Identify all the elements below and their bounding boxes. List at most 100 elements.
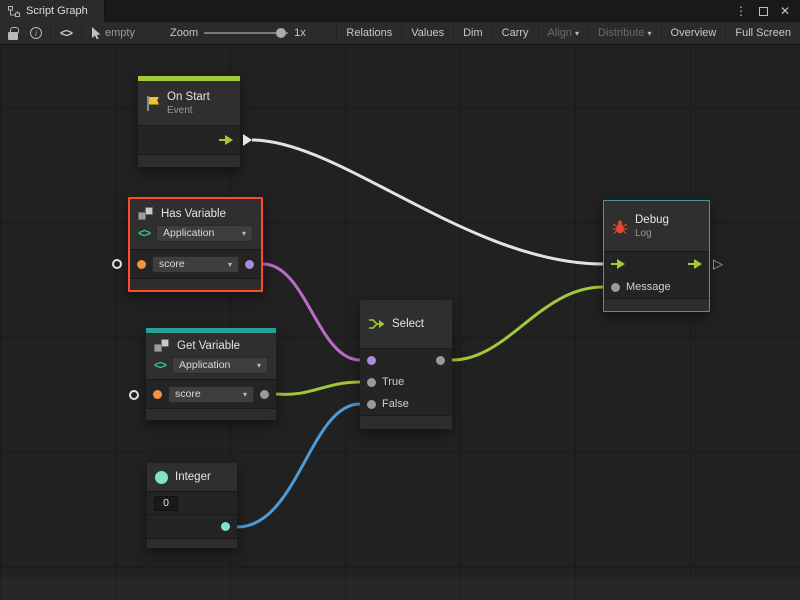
selection-status-label: empty: [105, 27, 135, 39]
port-onstart-connection-marker[interactable]: [243, 134, 252, 146]
node-subtitle: Event: [167, 105, 210, 116]
button-label: Dim: [463, 27, 483, 39]
button-label: Carry: [502, 27, 529, 39]
flag-icon: [146, 96, 160, 111]
selection-status: empty: [82, 22, 144, 44]
node-title: Get Variable: [177, 340, 240, 352]
variable-kind-icon: <>: [154, 358, 166, 372]
toolbar-button-carry[interactable]: Carry: [493, 22, 538, 44]
toolbar-button-align[interactable]: Align▾: [539, 22, 588, 44]
zoom-slider-handle[interactable]: [276, 28, 286, 38]
window-controls: ⋮ ✕: [735, 0, 800, 22]
button-label: Full Screen: [735, 27, 791, 39]
node-title: Integer: [175, 471, 211, 483]
button-label: Align: [548, 27, 572, 39]
graph-toolbar: i <> empty Zoom 1x Relations Values Dim …: [0, 22, 800, 45]
variable-name-input-port[interactable]: [153, 390, 162, 399]
node-title: On Start: [167, 91, 210, 103]
selection-output-port[interactable]: [436, 356, 445, 365]
toolbar-button-values[interactable]: Values: [402, 22, 453, 44]
flow-input-port[interactable]: [611, 259, 625, 269]
toolbar-left-group: i: [0, 22, 50, 44]
window-close-icon[interactable]: ✕: [780, 5, 790, 17]
node-title: Debug: [635, 214, 669, 226]
node-title: Has Variable: [161, 208, 226, 220]
bug-icon: [612, 219, 628, 234]
node-has-variable[interactable]: Has Variable <> Application ▾ score ▾: [128, 197, 263, 292]
zoom-label: Zoom: [170, 27, 198, 39]
graph-icon: [8, 6, 20, 17]
toolbar-button-relations[interactable]: Relations: [337, 22, 401, 44]
node-select[interactable]: Select True False: [360, 300, 452, 429]
port-getvariable-name-marker[interactable]: [129, 390, 139, 400]
integer-type-icon: [155, 471, 168, 484]
toolbar-button-overview[interactable]: Overview: [662, 22, 726, 44]
angle-brackets-icon: <>: [60, 26, 72, 40]
chevron-down-icon: ▾: [575, 29, 579, 38]
result-output-port[interactable]: [245, 260, 254, 269]
canvas-bottom-band: [0, 577, 800, 600]
flow-output-port[interactable]: [688, 259, 702, 269]
node-footer: [130, 278, 261, 290]
variable-kind-icon: <>: [138, 226, 150, 240]
variable-kind-dropdown[interactable]: Application ▾: [156, 225, 253, 242]
zoom-control: Zoom 1x: [170, 27, 306, 39]
toolbar-button-dim[interactable]: Dim: [454, 22, 492, 44]
node-integer[interactable]: Integer: [147, 463, 237, 548]
variable-kind-value: Application: [163, 227, 214, 240]
variable-name-dropdown[interactable]: score ▾: [152, 256, 239, 273]
node-subtitle: Log: [635, 228, 669, 239]
port-hasvariable-name-marker[interactable]: [112, 259, 122, 269]
variable-kind-dropdown[interactable]: Application ▾: [172, 357, 268, 374]
lock-icon[interactable]: [8, 32, 18, 40]
node-on-start[interactable]: On Start Event: [138, 76, 240, 167]
chevron-down-icon: ▾: [228, 258, 232, 271]
toolbar-buttons: Relations Values Dim Carry Align▾ Distri…: [336, 22, 800, 44]
true-input-port[interactable]: [367, 378, 376, 387]
node-footer: [138, 154, 240, 167]
port-debuglog-continue-marker[interactable]: ▷: [713, 257, 723, 270]
node-footer: [146, 408, 276, 420]
window-menu-icon[interactable]: ⋮: [735, 5, 747, 17]
edit-graph-button[interactable]: <>: [51, 22, 81, 44]
variable-name-value: score: [159, 258, 185, 271]
button-label: Distribute: [598, 27, 644, 39]
variable-name-dropdown[interactable]: score ▾: [168, 386, 254, 403]
button-label: Relations: [346, 27, 392, 39]
window-maximize-icon[interactable]: [759, 7, 768, 16]
value-output-port[interactable]: [260, 390, 269, 399]
title-bar: Script Graph ⋮ ✕: [0, 0, 800, 22]
node-footer: [147, 538, 237, 548]
flow-output-port[interactable]: [219, 135, 233, 145]
selector-input-port[interactable]: [367, 356, 376, 365]
button-label: Values: [411, 27, 444, 39]
info-icon[interactable]: i: [30, 27, 42, 39]
variable-kind-value: Application: [179, 359, 230, 372]
node-footer: [360, 415, 452, 429]
toolbar-button-distribute[interactable]: Distribute ▾: [589, 22, 660, 44]
node-debug-log[interactable]: Debug Log Message: [603, 200, 710, 312]
tab-script-graph[interactable]: Script Graph: [0, 0, 105, 22]
toolbar-button-fullscreen[interactable]: Full Screen: [726, 22, 800, 44]
node-footer: [604, 298, 709, 311]
chevron-down-icon: ▾: [243, 388, 247, 401]
chevron-down-icon: ▾: [648, 29, 652, 38]
variable-boxes-icon: [154, 339, 171, 353]
port-label-false: False: [382, 398, 409, 410]
tab-title: Script Graph: [26, 5, 88, 17]
zoom-slider[interactable]: [204, 32, 288, 34]
node-title: Select: [392, 318, 424, 330]
node-get-variable[interactable]: Get Variable <> Application ▾ score ▾: [146, 328, 276, 420]
cursor-icon: [91, 27, 102, 40]
variable-boxes-icon: [138, 207, 155, 221]
select-merge-icon: [368, 318, 385, 330]
port-label-message: Message: [626, 281, 671, 293]
zoom-value: 1x: [294, 27, 306, 39]
variable-name-input-port[interactable]: [137, 260, 146, 269]
chevron-down-icon: ▾: [242, 227, 246, 240]
message-input-port[interactable]: [611, 283, 620, 292]
false-input-port[interactable]: [367, 400, 376, 409]
chevron-down-icon: ▾: [257, 359, 261, 372]
integer-value-field[interactable]: [154, 496, 178, 511]
integer-output-port[interactable]: [221, 522, 230, 531]
